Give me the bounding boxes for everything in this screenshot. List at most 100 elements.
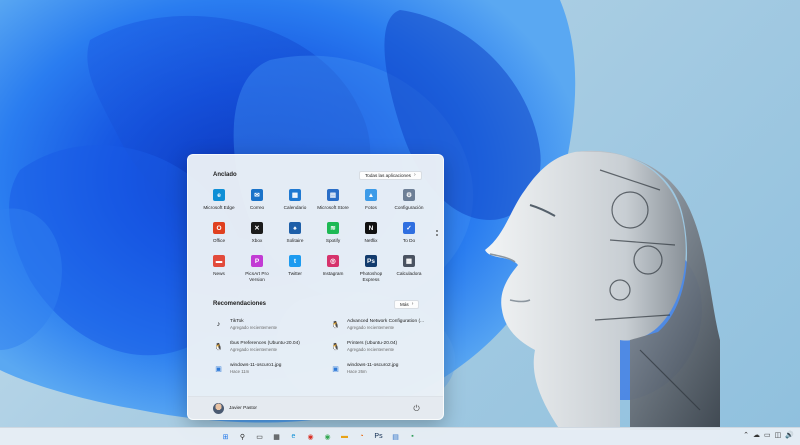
recommendation-item[interactable]: 🐧 Ibus Preferences (Ubuntu-20.04) Agregado… [213, 341, 330, 363]
pinned-app-instagram[interactable]: ◎ Instagram [314, 255, 352, 288]
pinned-app-label: News [213, 271, 225, 276]
pinned-app-label: To Do [402, 238, 416, 243]
pinned-app-settings[interactable]: ⚙ Configuración [390, 189, 428, 222]
recommendation-subtitle: Agregado recientemente [347, 347, 395, 352]
pinned-app-label: Office [212, 238, 226, 243]
office-icon: O [213, 222, 225, 234]
firefox-taskbar-icon[interactable]: ◔ [355, 430, 368, 443]
pinned-app-xbox[interactable]: ✕ Xbox [238, 222, 276, 255]
pinned-app-solitaire[interactable]: ♠ Solitaire [276, 222, 314, 255]
search-button[interactable]: ⚲ [236, 430, 249, 443]
pinned-app-photos[interactable]: ▲ Fotos [352, 189, 390, 222]
user-name: Javier Pastor [229, 406, 257, 411]
twitter-icon: t [289, 255, 301, 267]
page-dot [436, 234, 438, 236]
pinned-app-twitter[interactable]: t Twitter [276, 255, 314, 288]
pinned-app-todo[interactable]: ✓ To Do [390, 222, 428, 255]
task-view-button[interactable]: ▭ [253, 430, 266, 443]
pinned-app-label: Configuración [394, 205, 424, 210]
chrome-taskbar-icon-2[interactable]: ◉ [321, 430, 334, 443]
settings-icon: ⚙ [403, 189, 415, 201]
volume-icon[interactable]: 🔊 [785, 431, 794, 439]
store-icon: ▤ [327, 189, 339, 201]
chevron-right-icon: › [413, 172, 416, 178]
pinned-app-photoshop-express[interactable]: Ps Photoshop Express [352, 255, 390, 288]
todo-icon: ✓ [403, 222, 415, 234]
recommendation-item[interactable]: ♪ TikTok Agregado recientemente [213, 319, 330, 341]
linux-penguin-icon: 🐧 [331, 343, 340, 351]
chrome-taskbar-icon[interactable]: ◉ [304, 430, 317, 443]
widgets-button[interactable]: ▦ [270, 430, 283, 443]
system-tray: ⌃ ☁ ▭ ◫ 🔊 [743, 431, 794, 439]
recommendation-item[interactable]: 🐧 Printers (Ubuntu-20.04) Agregado recient… [330, 341, 423, 363]
photoshop-express-icon: Ps [365, 255, 377, 267]
store-taskbar-icon[interactable]: ▤ [389, 430, 402, 443]
spotify-icon: ≋ [327, 222, 339, 234]
news-icon: ▬ [213, 255, 225, 267]
pinned-app-label: Solitaire [286, 238, 304, 243]
edge-icon: e [213, 189, 225, 201]
file-explorer-taskbar-icon[interactable]: ▬ [338, 430, 351, 443]
photoshop-taskbar-icon[interactable]: Ps [372, 430, 385, 443]
mail-icon: ✉ [251, 189, 263, 201]
pinned-app-label: Photoshop Express [359, 271, 383, 282]
show-hidden-icons-chevron-icon[interactable]: ⌃ [743, 431, 749, 439]
pinned-app-picsart[interactable]: P PicsArt Pro Version [238, 255, 276, 288]
start-button[interactable]: ⊞ [219, 430, 232, 443]
recommendation-item[interactable]: 🐧 Advanced Network Configuration (... Agre… [330, 319, 424, 341]
avatar [213, 403, 224, 414]
pinned-app-label: Microsoft Store [317, 205, 349, 210]
pinned-app-label: Netflix [364, 238, 378, 243]
pinned-app-calculator[interactable]: ▦ Calculadora [390, 255, 428, 288]
pinned-app-label: PicsArt Pro Version [245, 271, 269, 282]
pinned-app-spotify[interactable]: ≋ Spotify [314, 222, 352, 255]
pinned-app-label: Xbox [251, 238, 263, 243]
recommendation-subtitle: Agregado recientemente [347, 325, 395, 330]
pinned-app-edge[interactable]: e Microsoft Edge [200, 189, 238, 222]
taskbar-icons: ⊞ ⚲ ▭ ▦ e ◉ ◉ ▬ ◔ Ps ▤ ▪ [219, 430, 419, 443]
pinned-app-label: Instagram [322, 271, 344, 276]
all-apps-label: Todas las aplicaciones [365, 173, 411, 178]
pinned-app-label: Spotify [325, 238, 341, 243]
instagram-icon: ◎ [327, 255, 339, 267]
display-icon[interactable]: ▭ [764, 431, 771, 439]
image-file-icon: ▣ [332, 365, 339, 373]
cloud-icon[interactable]: ☁ [753, 431, 760, 439]
start-menu: Anclado Todas las aplicaciones › e Micros… [187, 154, 444, 420]
start-menu-footer: Javier Pastor ⏻ [188, 396, 443, 419]
more-label: Más [400, 302, 409, 307]
solitaire-icon: ♠ [289, 222, 301, 234]
linux-penguin-icon: 🐧 [331, 321, 340, 329]
pinned-app-label: Calculadora [396, 271, 422, 276]
pinned-app-label: Fotos [365, 205, 377, 210]
image-file-icon: ▣ [215, 365, 222, 373]
recommendation-subtitle: Agregado recientemente [230, 347, 278, 352]
photos-icon: ▲ [365, 189, 377, 201]
pinned-app-office[interactable]: O Office [200, 222, 238, 255]
picsart-icon: P [251, 255, 263, 267]
more-button[interactable]: Más › [394, 300, 420, 309]
pinned-section-title: Anclado [213, 172, 237, 178]
recommendation-item[interactable]: ▣ windows-11-oscuro2.jpg Hace 26m [330, 363, 423, 385]
pinned-app-label: Correo [249, 205, 265, 210]
netflix-icon: N [365, 222, 377, 234]
power-icon[interactable]: ⏻ [412, 404, 421, 413]
calendar-icon: ▦ [289, 189, 301, 201]
recommendation-subtitle: Hace 26m [347, 369, 367, 374]
pinned-app-store[interactable]: ▤ Microsoft Store [314, 189, 352, 222]
pinned-app-netflix[interactable]: N Netflix [352, 222, 390, 255]
page-dot [436, 230, 438, 232]
recommendation-subtitle: Agregado recientemente [230, 325, 278, 330]
network-icon[interactable]: ◫ [775, 431, 782, 439]
edge-taskbar-icon[interactable]: e [287, 430, 300, 443]
pinned-app-label: Calendario [283, 205, 307, 210]
pinned-app-mail[interactable]: ✉ Correo [238, 189, 276, 222]
pinned-app-calendar[interactable]: ▦ Calendario [276, 189, 314, 222]
pinned-app-news[interactable]: ▬ News [200, 255, 238, 288]
robot-head-image [485, 150, 720, 430]
pinned-page-indicator[interactable] [436, 230, 439, 238]
all-apps-button[interactable]: Todas las aplicaciones › [359, 171, 422, 180]
user-account-button[interactable]: Javier Pastor [213, 403, 257, 414]
app-taskbar-icon[interactable]: ▪ [406, 430, 419, 443]
recommendation-item[interactable]: ▣ windows-11-oscuro1.jpg Hace 11m [213, 363, 330, 385]
